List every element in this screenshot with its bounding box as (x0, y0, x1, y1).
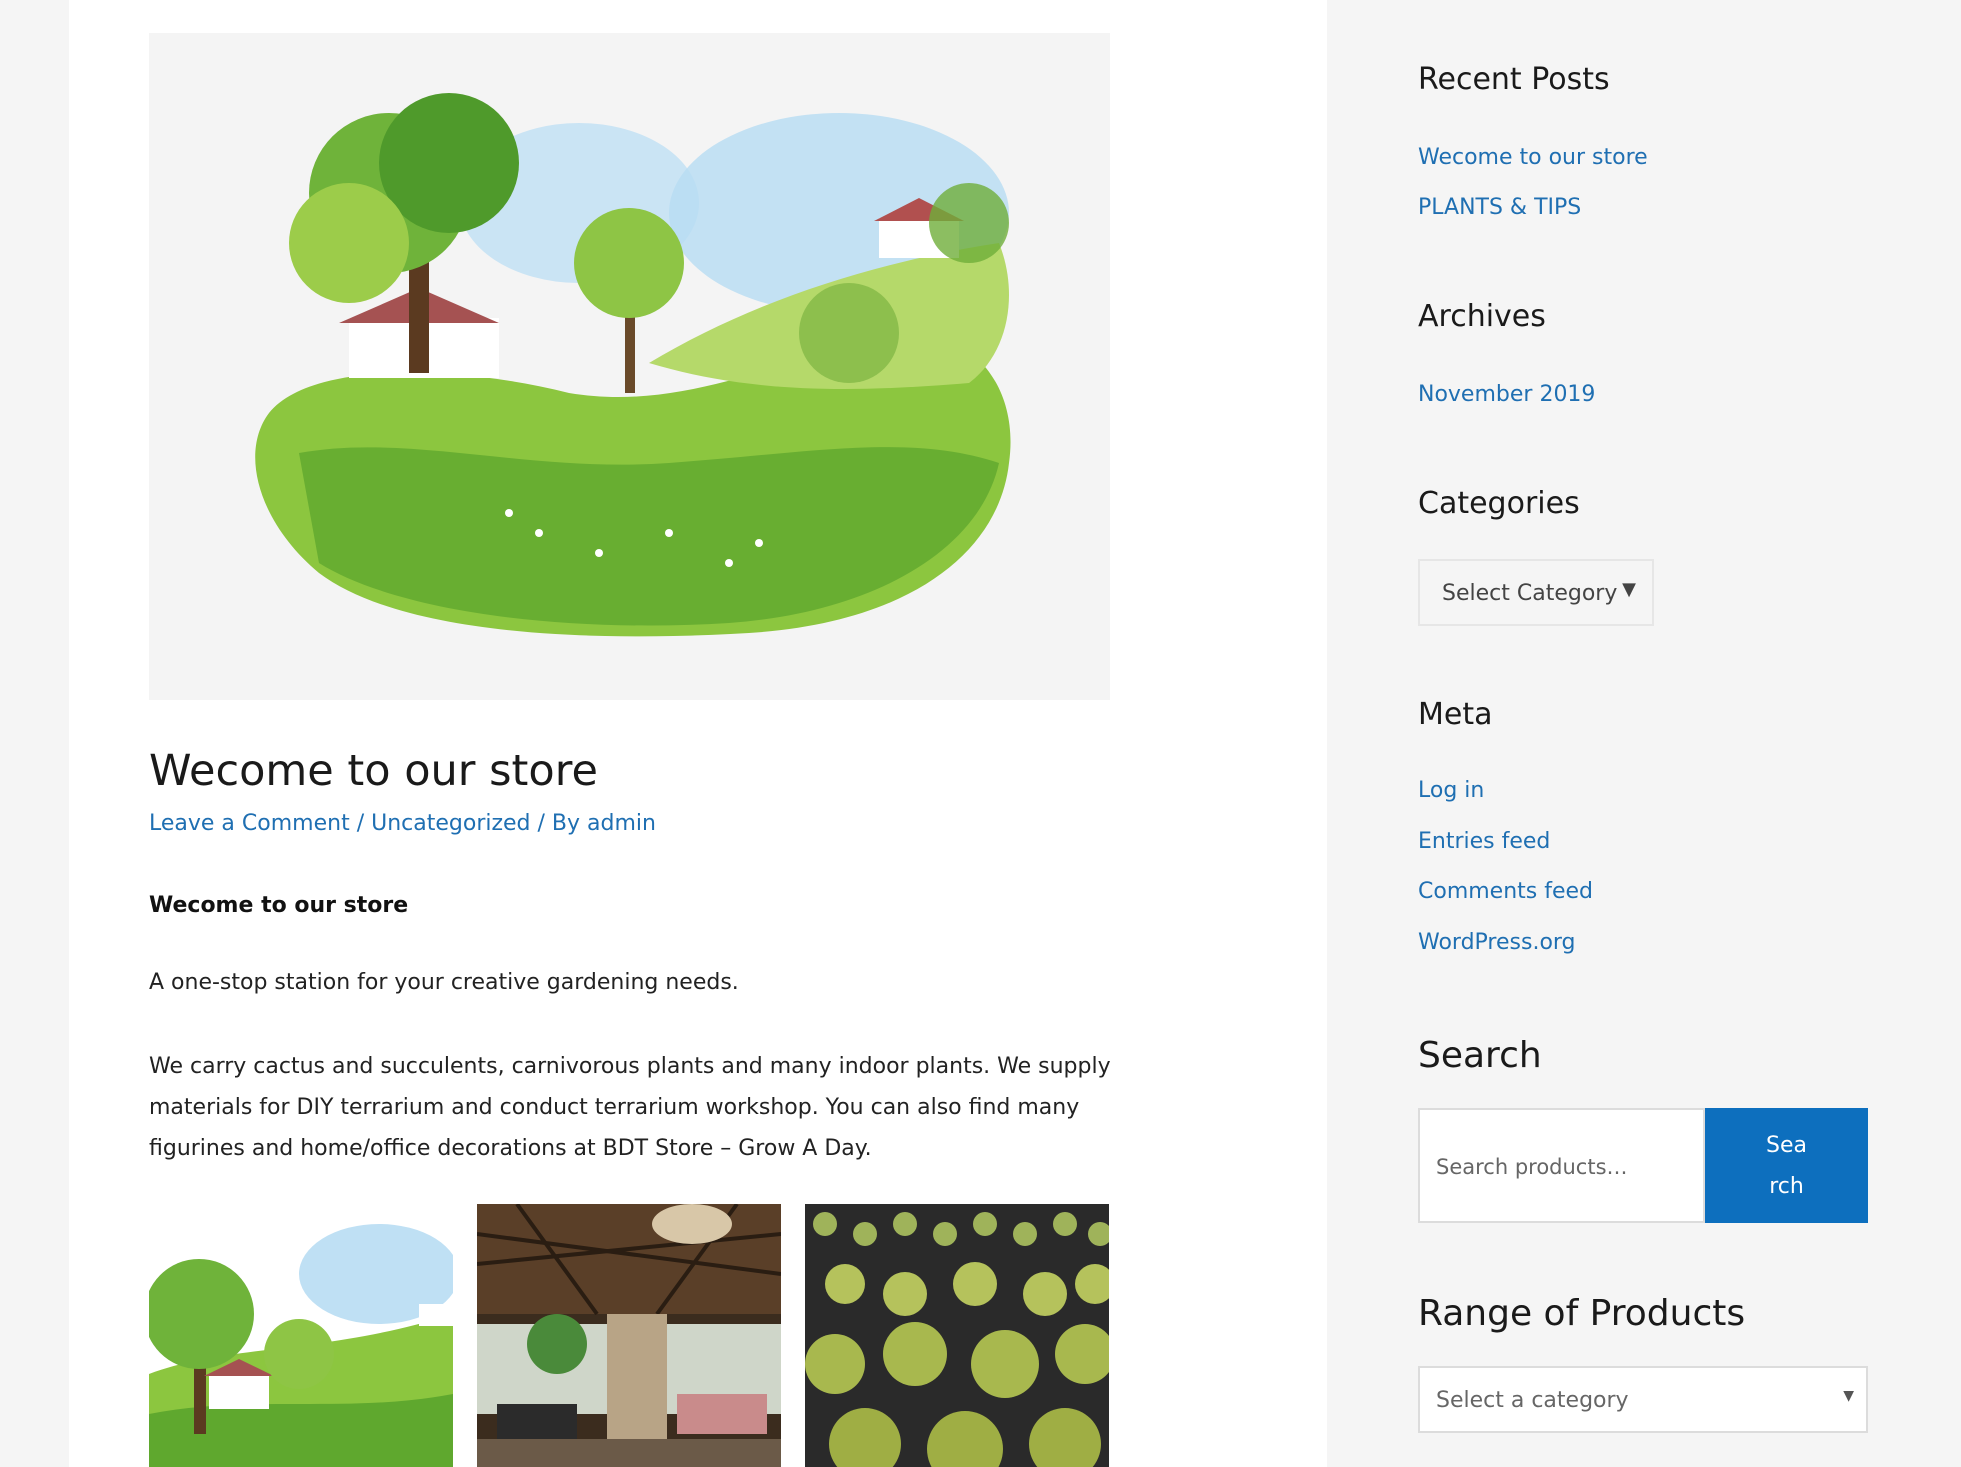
archives-title: Archives (1418, 299, 1546, 334)
categories-title: Categories (1418, 486, 1580, 521)
category-link[interactable]: Uncategorized (371, 811, 530, 836)
post-meta: Leave a Comment / Uncategorized / By adm… (149, 811, 656, 836)
range-of-products-title: Range of Products (1418, 1293, 1746, 1334)
meta-link-entries-feed[interactable]: Entries feed (1418, 829, 1550, 854)
recent-posts-title: Recent Posts (1418, 62, 1610, 97)
search-input[interactable]: Search products… (1418, 1108, 1705, 1223)
archive-link-november-2019[interactable]: November 2019 (1418, 382, 1595, 407)
search-button-label: Search (1766, 1132, 1807, 1199)
gallery-image-cactus[interactable] (805, 1204, 1109, 1467)
meta-separator: / (349, 811, 372, 836)
recent-post-link-2[interactable]: PLANTS & TIPS (1418, 195, 1581, 220)
author-link[interactable]: admin (587, 811, 656, 836)
chevron-down-icon: ▼ (1843, 1388, 1854, 1404)
search-button[interactable]: Search (1705, 1108, 1868, 1223)
content-paragraph-2: We carry cactus and succulents, carnivor… (149, 1054, 1111, 1161)
meta-link-comments-feed[interactable]: Comments feed (1418, 879, 1593, 904)
cactus-thumbnail (805, 1204, 1109, 1467)
meta-by-separator: / By (530, 811, 588, 836)
watercolor-thumbnail (149, 1204, 453, 1467)
leave-comment-link[interactable]: Leave a Comment (149, 811, 350, 836)
content-paragraph-1: A one-stop station for your creative gar… (149, 970, 739, 995)
content-heading: Wecome to our store (149, 893, 409, 918)
product-category-select-value: Select a category (1436, 1388, 1629, 1413)
search-placeholder: Search products… (1436, 1155, 1628, 1179)
gallery-image-landscape[interactable] (149, 1204, 453, 1467)
search-title: Search (1418, 1035, 1542, 1076)
gallery-image-pavilion[interactable] (477, 1204, 781, 1467)
watercolor-landscape-illustration (255, 93, 1011, 637)
categories-select[interactable]: Select Category ▼ (1418, 559, 1654, 626)
recent-post-link-1[interactable]: Wecome to our store (1418, 145, 1648, 170)
dropdown-arrow-icon: ▼ (1622, 579, 1636, 600)
pavilion-thumbnail (477, 1204, 781, 1467)
product-category-select[interactable]: Select a category ▼ (1418, 1366, 1868, 1433)
image-gallery (149, 1204, 1109, 1467)
meta-link-wordpress-org[interactable]: WordPress.org (1418, 930, 1576, 955)
featured-image[interactable] (149, 33, 1110, 700)
categories-select-value: Select Category (1442, 581, 1618, 606)
meta-link-log-in[interactable]: Log in (1418, 778, 1484, 803)
post-title[interactable]: Wecome to our store (149, 746, 598, 796)
meta-title: Meta (1418, 697, 1493, 732)
